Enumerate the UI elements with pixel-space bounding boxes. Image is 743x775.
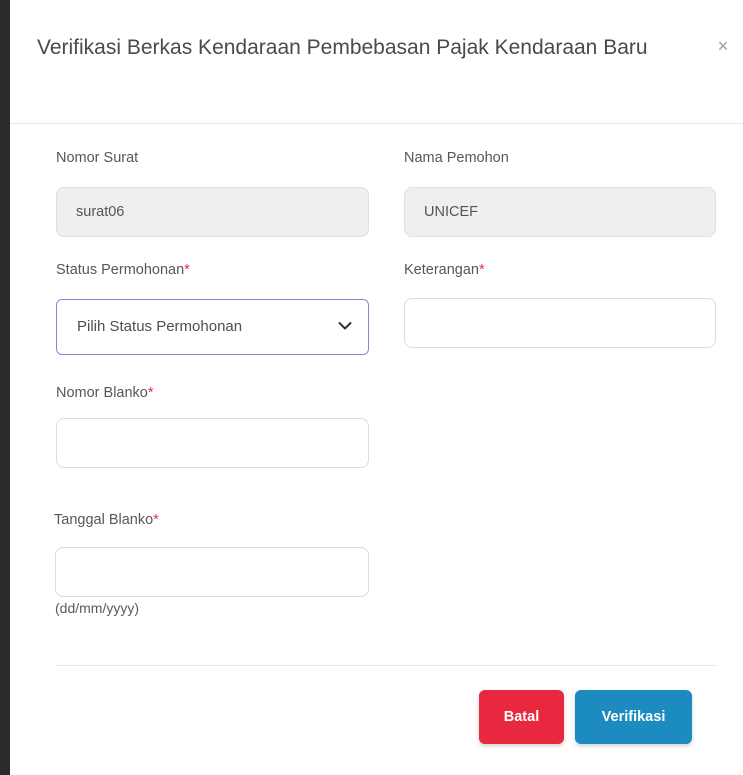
nama-pemohon-input[interactable] <box>404 187 716 237</box>
nama-pemohon-label-text: Nama Pemohon <box>404 150 509 166</box>
keterangan-label-text: Keterangan <box>404 262 479 278</box>
tanggal-blanko-input[interactable] <box>55 547 369 597</box>
keterangan-input[interactable] <box>404 298 716 348</box>
tanggal-blanko-label: Tanggal Blanko* <box>54 512 159 528</box>
required-mark: * <box>184 262 190 278</box>
nomor-surat-label-text: Nomor Surat <box>56 150 139 166</box>
nomor-blanko-label: Nomor Blanko* <box>56 385 154 401</box>
nomor-blanko-input[interactable] <box>56 418 369 468</box>
verify-button[interactable]: Verifikasi <box>575 690 692 744</box>
status-permohonan-label: Status Permohonan* <box>56 262 190 278</box>
cancel-button[interactable]: Batal <box>479 690 564 744</box>
status-permohonan-selected: Pilih Status Permohonan <box>77 318 243 335</box>
keterangan-label: Keterangan* <box>404 262 485 278</box>
status-permohonan-select[interactable]: Pilih Status Permohonan <box>56 299 369 355</box>
nomor-surat-input[interactable] <box>56 187 369 237</box>
verification-modal: Verifikasi Berkas Kendaraan Pembebasan P… <box>10 0 743 775</box>
required-mark: * <box>153 512 159 528</box>
close-icon[interactable]: × <box>713 36 733 56</box>
required-mark: * <box>147 385 154 401</box>
nomor-blanko-label-text: Nomor Blanko <box>56 385 148 401</box>
modal-title: Verifikasi Berkas Kendaraan Pembebasan P… <box>37 36 648 59</box>
date-format-hint: (dd/mm/yyyy) <box>55 600 139 616</box>
modal-header: Verifikasi Berkas Kendaraan Pembebasan P… <box>10 0 743 124</box>
nama-pemohon-label: Nama Pemohon <box>404 150 509 166</box>
nomor-surat-label: Nomor Surat <box>56 150 138 166</box>
required-mark: * <box>478 262 485 278</box>
footer-divider <box>56 665 717 666</box>
tanggal-blanko-label-text: Tanggal Blanko <box>54 512 154 528</box>
chevron-down-icon <box>338 322 352 330</box>
status-permohonan-label-text: Status Permohonan <box>56 262 185 278</box>
